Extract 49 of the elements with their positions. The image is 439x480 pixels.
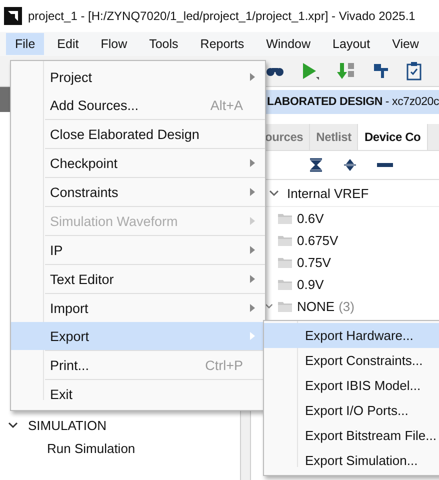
item-count: (3) xyxy=(338,298,354,314)
menu-item[interactable]: Export Simulation... xyxy=(264,448,439,473)
tab[interactable]: Device Co xyxy=(358,124,428,150)
tree-node[interactable]: 0.6V xyxy=(297,210,324,226)
menu-title[interactable]: Window xyxy=(257,33,320,55)
download-icon[interactable] xyxy=(336,61,356,81)
window-title: project_1 - [H:/ZYNQ7020/1_led/project_1/project_1.xpr] - Vivado 2025.1 xyxy=(28,9,416,23)
menu-title[interactable]: File xyxy=(6,33,44,55)
collapse-all-icon[interactable] xyxy=(309,158,323,172)
app-logo-icon xyxy=(4,7,22,25)
folder-icon xyxy=(278,212,292,224)
tree-node[interactable]: 0.9V xyxy=(297,276,324,292)
menu-item[interactable]: IP xyxy=(11,236,265,264)
bracket-icon[interactable] xyxy=(372,62,390,80)
folder-icon xyxy=(278,278,292,290)
tree-node[interactable]: 0.675V xyxy=(297,232,338,248)
menu-title[interactable]: Flow xyxy=(92,33,136,55)
section-heading[interactable]: SIMULATION xyxy=(28,418,106,432)
navigator-item[interactable]: Run Simulation xyxy=(0,436,240,462)
tree-node[interactable]: NONE xyxy=(297,298,335,314)
menu-title[interactable]: Layout xyxy=(324,33,380,55)
menu-item[interactable]: Constraints xyxy=(11,178,265,206)
folder-icon xyxy=(278,256,292,268)
tree-node[interactable]: 0.75V xyxy=(297,254,331,270)
binoculars-icon[interactable] xyxy=(266,65,284,77)
menu-title[interactable]: View xyxy=(383,33,428,55)
clipboard-icon[interactable] xyxy=(406,61,422,81)
menu-item[interactable]: Import xyxy=(11,294,265,322)
menu-title[interactable]: Reports xyxy=(191,33,254,55)
menu-item[interactable]: Text Editor xyxy=(11,265,265,293)
menu-item[interactable]: Export IBIS Model... xyxy=(264,373,439,398)
menu-item[interactable]: Export I/O Ports... xyxy=(264,398,439,423)
menu-item[interactable]: Export xyxy=(11,322,265,350)
folder-icon xyxy=(278,300,292,312)
menu-item[interactable]: Checkpoint xyxy=(11,149,265,177)
run-icon[interactable] xyxy=(300,61,320,81)
menu-item[interactable]: Print... Ctrl+P xyxy=(11,351,265,379)
menu-item[interactable]: Exit xyxy=(11,380,265,408)
menu-item[interactable]: Project xyxy=(11,63,265,91)
tree-node[interactable]: Internal VREF xyxy=(287,186,369,200)
folder-icon xyxy=(278,234,292,246)
chevron-icon[interactable] xyxy=(8,420,18,430)
chevron-icon[interactable] xyxy=(269,188,279,198)
menu-item[interactable]: Export Bitstream File... xyxy=(264,423,439,448)
menu-item[interactable]: Export Constraints... xyxy=(264,348,439,373)
menu-title[interactable]: Tools xyxy=(140,33,188,55)
expand-all-icon[interactable] xyxy=(343,158,357,172)
menu-item[interactable]: Export Hardware... xyxy=(264,323,439,348)
menu-title[interactable]: Edit xyxy=(48,33,88,55)
